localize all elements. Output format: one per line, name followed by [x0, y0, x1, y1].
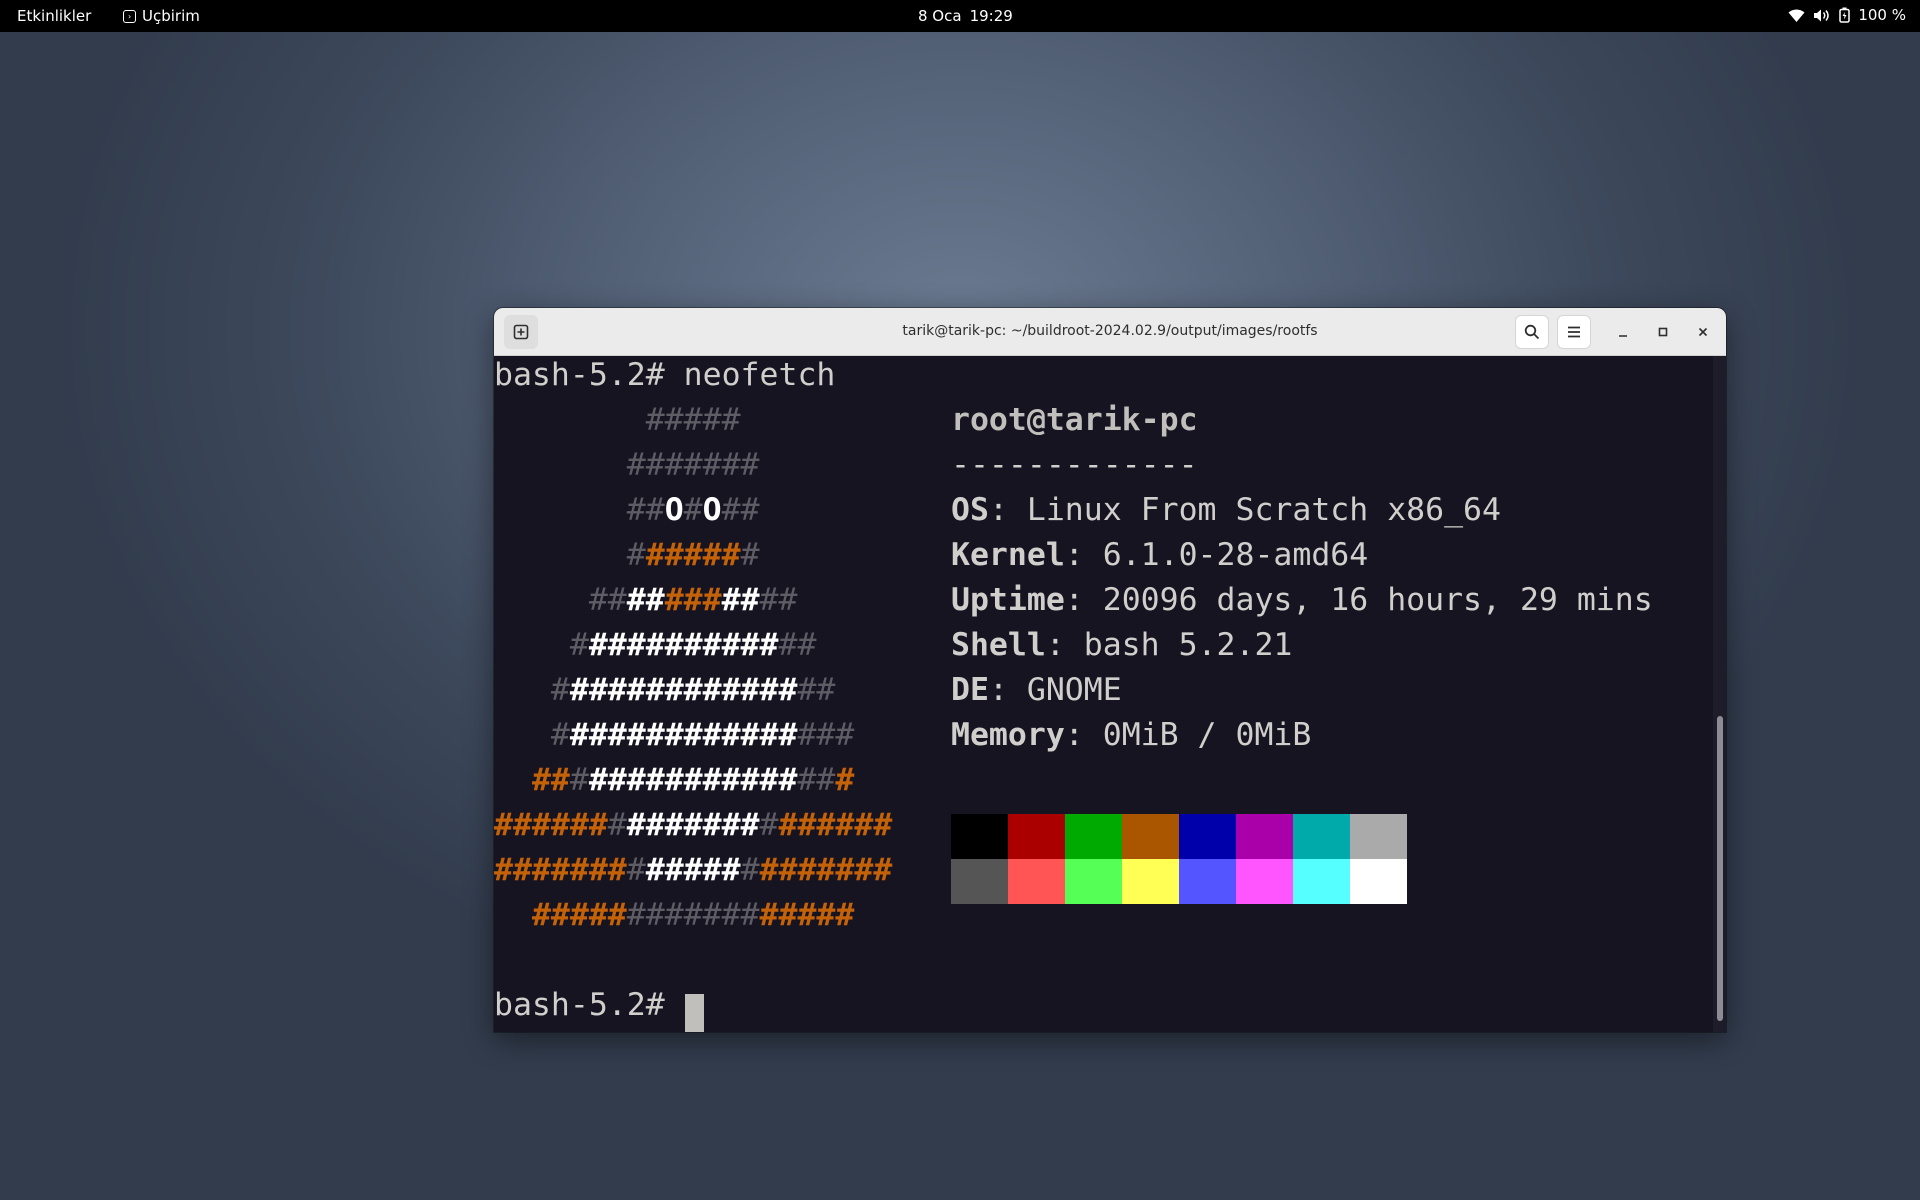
- palette-swatch: [1293, 859, 1350, 904]
- battery-percent: 100 %: [1858, 6, 1906, 24]
- main-menu-button[interactable]: [1557, 315, 1591, 349]
- wifi-icon: [1788, 8, 1805, 23]
- window-header-bar[interactable]: tarik@tarik-pc: ~/buildroot-2024.02.9/ou…: [494, 308, 1726, 356]
- terminal-icon: ›: [123, 9, 136, 23]
- palette-swatch: [1065, 814, 1122, 859]
- info-uptime: Uptime: 20096 days, 16 hours, 29 mins: [951, 582, 1653, 618]
- hamburger-menu-icon: [1568, 326, 1580, 338]
- palette-swatch: [951, 814, 1008, 859]
- palette-swatch: [1293, 814, 1350, 859]
- prompt-line: bash-5.2#: [494, 983, 665, 1028]
- palette-swatch: [1236, 859, 1293, 904]
- palette-swatch: [1008, 859, 1065, 904]
- scrollbar[interactable]: [1713, 356, 1726, 1032]
- palette-swatch: [1179, 814, 1236, 859]
- info-memory: Memory: 0MiB / 0MiB: [951, 717, 1312, 753]
- palette-swatch: [1350, 814, 1407, 859]
- minimize-button[interactable]: [1606, 315, 1640, 349]
- activities-button[interactable]: Etkinlikler: [17, 7, 91, 25]
- ascii-logo-row: #####################: [494, 807, 893, 843]
- top-bar: Etkinlikler › Uçbirim 8 Oca 19:29 100 %: [0, 0, 1920, 32]
- ascii-logo-row: ###########: [588, 582, 798, 618]
- palette-swatch: [1350, 859, 1407, 904]
- info-os: OS: Linux From Scratch x86_64: [951, 492, 1501, 528]
- palette-swatch: [1236, 814, 1293, 859]
- user-host: root@tarik-pc: [951, 402, 1198, 438]
- clock-date: 8 Oca: [918, 7, 962, 25]
- ascii-logo-row: #####: [645, 402, 741, 438]
- info-kernel: Kernel: 6.1.0-28-amd64: [951, 537, 1369, 573]
- command-line: bash-5.2# neofetch: [494, 353, 835, 398]
- scrollbar-thumb[interactable]: [1717, 716, 1723, 1021]
- palette-swatch: [1008, 814, 1065, 859]
- clock[interactable]: 8 Oca 19:29: [918, 7, 1013, 25]
- ascii-logo-row: #####################: [494, 852, 893, 888]
- maximize-button[interactable]: [1646, 315, 1680, 349]
- info-de: DE: GNOME: [951, 672, 1122, 708]
- system-status-area[interactable]: 100 %: [1788, 6, 1906, 24]
- entered-command: neofetch: [683, 357, 836, 393]
- ascii-logo-row: #######: [626, 537, 760, 573]
- shell-prompt-current: bash-5.2#: [494, 987, 665, 1023]
- palette-swatch: [1179, 859, 1236, 904]
- info-shell: Shell: bash 5.2.21: [951, 627, 1293, 663]
- close-icon: [1698, 327, 1708, 337]
- shell-prompt: bash-5.2#: [494, 357, 665, 393]
- separator-line: -------------: [951, 447, 1198, 483]
- palette-swatch: [1122, 859, 1179, 904]
- ascii-logo-row: ###############: [550, 672, 836, 708]
- search-icon: [1524, 324, 1540, 340]
- terminal-output[interactable]: bash-5.2# neofetch ##### ####### ##O#O##…: [494, 356, 1712, 1032]
- ascii-logo-row: #############: [569, 627, 817, 663]
- terminal-window[interactable]: tarik@tarik-pc: ~/buildroot-2024.02.9/ou…: [494, 308, 1726, 1032]
- close-button[interactable]: [1686, 315, 1720, 349]
- app-menu-label: Uçbirim: [142, 7, 200, 25]
- ascii-logo-row: ################: [550, 717, 855, 753]
- battery-icon: [1839, 7, 1851, 23]
- ascii-logo-row: #################: [531, 762, 855, 798]
- palette-swatch: [1065, 859, 1122, 904]
- palette-swatch: [1122, 814, 1179, 859]
- minimize-icon: [1619, 335, 1627, 337]
- ascii-logo-row: ##O#O##: [626, 492, 760, 528]
- volume-icon: [1813, 8, 1831, 23]
- ascii-logo-row: #######: [626, 447, 760, 483]
- text-cursor: [685, 994, 704, 1032]
- search-button[interactable]: [1515, 315, 1549, 349]
- app-menu[interactable]: › Uçbirim: [123, 7, 200, 25]
- palette-swatch: [951, 859, 1008, 904]
- ascii-logo-row: #################: [531, 897, 855, 933]
- clock-time: 19:29: [969, 7, 1013, 25]
- maximize-icon: [1658, 327, 1668, 337]
